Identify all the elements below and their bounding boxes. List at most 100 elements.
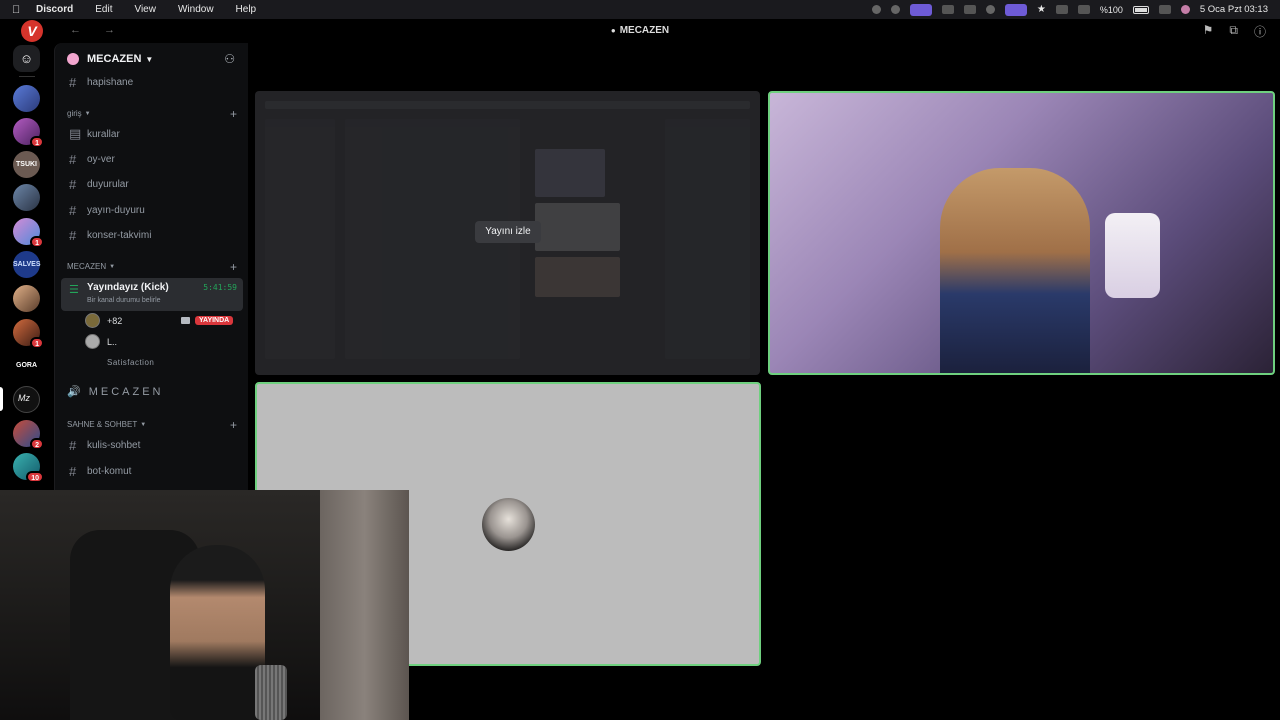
menubar-status-area: ★ %100 5 Oca Pzt 03:13	[871, 0, 1268, 19]
add-channel-icon[interactable]: +	[230, 418, 237, 432]
voice-speaker-icon: ☰	[69, 284, 79, 296]
play-icon[interactable]	[985, 5, 995, 14]
category-label: MECAZEN	[67, 262, 107, 271]
popout-icon[interactable]: ⧉	[1229, 23, 1238, 40]
chevron-down-icon: ▼	[145, 54, 154, 64]
channel-kulis-sohbet[interactable]: # kulis-sohbet	[61, 434, 243, 456]
screen-share-tile[interactable]: Yayını izle	[255, 91, 760, 375]
channel-label: kulis-sohbet	[87, 439, 141, 451]
add-channel-icon[interactable]: +	[230, 107, 237, 121]
grid-icon[interactable]	[1055, 5, 1068, 14]
voice-user-name: +82	[107, 315, 123, 326]
direct-messages-button[interactable]: ☺	[13, 45, 40, 72]
channel-yayin-duyuru[interactable]: # yayın-duyuru	[61, 199, 243, 221]
voice-user[interactable]: +82	[85, 313, 122, 328]
server-icon[interactable]: TSUKI	[13, 151, 40, 178]
window-title: ● MECAZEN	[0, 25, 1280, 36]
channel-duyurular[interactable]: # duyurular	[61, 173, 243, 195]
rail-divider	[19, 76, 35, 77]
stage-channel-mecazen[interactable]: 🔊 MECAZEN	[67, 385, 163, 399]
channel-oy-ver[interactable]: # oy-ver	[61, 148, 243, 170]
menu-window[interactable]: Window	[178, 4, 214, 15]
discord-titlebar: V ← → ● MECAZEN ⚑ ⧉ ⓘ	[0, 19, 1280, 43]
discord-icon: ☺	[19, 51, 34, 66]
server-icon-mecazen[interactable]: Mz	[13, 386, 40, 413]
control-center-icon[interactable]	[1158, 5, 1171, 14]
display-icon[interactable]	[941, 5, 954, 14]
screen-share-icon[interactable]	[909, 3, 932, 16]
channel-bot-komut[interactable]: # bot-komut	[61, 460, 243, 482]
server-badge: 1	[30, 337, 44, 349]
channel-label: konser-takvimi	[87, 229, 152, 241]
camera-icon	[181, 317, 190, 324]
server-icon[interactable]: SALVES	[13, 251, 41, 278]
star-icon[interactable]: ★	[1037, 4, 1046, 15]
menu-app[interactable]: Discord	[36, 4, 73, 15]
window-title-text: MECAZEN	[619, 25, 670, 36]
server-title-icon: ●	[610, 26, 616, 35]
menu-help[interactable]: Help	[236, 4, 257, 15]
server-icon[interactable]: 1	[13, 118, 44, 148]
microphone-shape	[255, 665, 287, 720]
battery-percent: %100	[1099, 4, 1123, 15]
flag-icon[interactable]: ⚑	[1203, 23, 1214, 40]
voice-status-prompt[interactable]: Bir kanal durumu belirle	[87, 297, 161, 304]
watch-stream-button[interactable]: Yayını izle	[475, 221, 541, 243]
category-mecazen[interactable]: MECAZEN ▼ +	[67, 260, 237, 274]
server-icon[interactable]: 10	[13, 453, 44, 483]
menubar-datetime[interactable]: 5 Oca Pzt 03:13	[1200, 4, 1268, 15]
channel-konser-takvimi[interactable]: # konser-takvimi	[61, 224, 243, 246]
hash-icon: #	[69, 227, 77, 243]
server-icon[interactable]: 1	[13, 319, 44, 349]
clipboard-icon[interactable]	[963, 5, 976, 14]
avatar	[85, 334, 100, 349]
webcam-tile-streamer[interactable]	[768, 91, 1275, 375]
battery-icon[interactable]	[1132, 5, 1149, 14]
active-server-indicator	[0, 387, 3, 411]
avatar	[85, 313, 100, 328]
channel-kurallar[interactable]: ▤ kurallar	[61, 123, 243, 145]
category-label: giriş	[67, 109, 82, 118]
avatar	[482, 498, 535, 551]
server-icon[interactable]	[13, 85, 40, 112]
server-icon[interactable]	[13, 285, 40, 312]
server-icon[interactable]: 1	[13, 218, 44, 248]
add-channel-icon[interactable]: +	[230, 260, 237, 274]
server-icon[interactable]	[13, 184, 40, 211]
voice-user[interactable]: L..	[85, 334, 117, 349]
guild-icon	[67, 53, 79, 65]
record-icon[interactable]	[871, 5, 881, 14]
hash-icon: #	[69, 74, 77, 90]
voice-channel-name: Yayındayız (Kick)	[87, 282, 169, 293]
window-icon[interactable]	[1004, 3, 1027, 16]
voice-channel-active[interactable]: ☰ Yayındayız (Kick) 5:41:59 Bir kanal du…	[61, 278, 243, 311]
hash-icon: #	[69, 437, 77, 453]
hash-icon: #	[69, 463, 77, 479]
server-label: TSUKI	[16, 161, 37, 168]
server-badge: 1	[30, 136, 44, 148]
guild-name: MECAZEN	[87, 53, 142, 65]
menu-edit[interactable]: Edit	[95, 4, 112, 15]
channel-hapishane[interactable]: # hapishane	[61, 71, 243, 93]
mic-icon[interactable]	[890, 5, 900, 14]
server-icon[interactable]: GORA	[13, 352, 40, 379]
hash-icon: #	[69, 151, 77, 167]
category-giris[interactable]: giriş ▼ +	[67, 107, 237, 121]
voice-user-name: L..	[107, 336, 118, 347]
user-activity: Satisfaction	[107, 358, 155, 367]
hash-icon: #	[69, 176, 77, 192]
category-sahne-sohbet[interactable]: SAHNE & SOHBET ▼ +	[67, 418, 237, 432]
chevron-down-icon: ▼	[109, 263, 116, 270]
user-icon[interactable]	[1180, 5, 1190, 14]
menu-view[interactable]: View	[134, 4, 156, 15]
person-shape	[170, 545, 265, 720]
keyboard-icon[interactable]	[1077, 5, 1090, 14]
invite-people-icon[interactable]: ⚇	[224, 52, 235, 66]
apple-icon[interactable]: 	[12, 4, 26, 16]
help-icon[interactable]: ⓘ	[1254, 23, 1266, 40]
live-badge: YAYINDA	[195, 316, 234, 325]
macos-menubar:  Discord Edit View Window Help ★ %100 5…	[0, 0, 1280, 19]
server-icon[interactable]: 2	[13, 420, 44, 450]
server-rail: ☺ 1 TSUKI 1 SALVES 1 GORA Mz 2 10	[0, 43, 54, 490]
server-badge: 10	[26, 471, 44, 483]
